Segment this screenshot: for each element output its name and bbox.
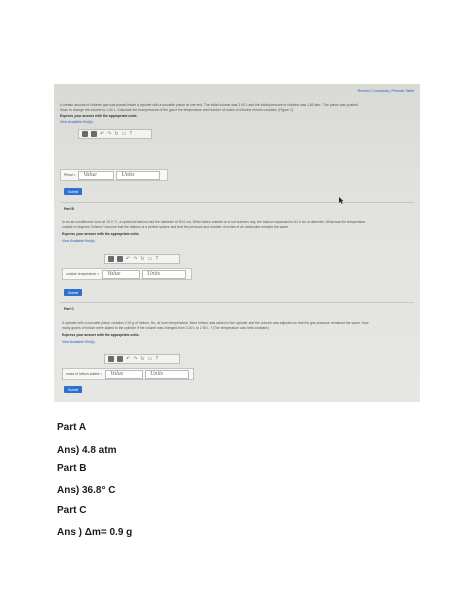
redo-icon[interactable]: ↷ xyxy=(107,131,111,137)
header-links[interactable]: Review | Constants | Periodic Table xyxy=(358,89,414,93)
part-a-value-input[interactable]: Value xyxy=(78,170,115,180)
templates-icon[interactable] xyxy=(82,131,88,137)
part-divider xyxy=(60,302,414,303)
part-b-label: Part B xyxy=(57,463,87,474)
keyboard-icon[interactable]: ▭ xyxy=(122,131,127,137)
reset-icon[interactable]: ↻ xyxy=(140,356,144,362)
part-b-heading[interactable]: Part B xyxy=(64,207,74,211)
reset-icon[interactable]: ↻ xyxy=(140,256,144,262)
part-c-answer: Ans ) Δm= 0.9 g xyxy=(57,527,133,538)
part-a-toolbar: ↶ ↷ ↻ ▭ ? xyxy=(78,129,152,139)
part-c-problem-line2: many grams of helium were added to the c… xyxy=(62,326,270,330)
keyboard-icon[interactable]: ▭ xyxy=(148,356,153,362)
part-a-instruction: Express your answer with the appropriate… xyxy=(60,114,138,118)
redo-icon[interactable]: ↷ xyxy=(133,356,137,362)
part-c-units-input[interactable]: Units xyxy=(145,369,190,379)
part-b-problem-line1: In an air-conditioned room at 19.0 °C, a… xyxy=(62,220,366,224)
homework-photo: Review | Constants | Periodic Table A ce… xyxy=(54,84,420,402)
templates-icon[interactable] xyxy=(108,256,114,262)
undo-icon[interactable]: ↶ xyxy=(126,256,130,262)
part-b-toolbar: ↶ ↷ ↻ ▭ ? xyxy=(104,254,180,264)
undo-icon[interactable]: ↶ xyxy=(126,356,130,362)
part-a-submit-button[interactable]: Submit xyxy=(64,188,82,195)
part-b-units-input[interactable]: Units xyxy=(142,269,187,279)
part-a-answer-label: Pfinal = xyxy=(64,173,76,177)
part-a-answer: Ans) 4.8 atm xyxy=(57,445,117,456)
units-icon[interactable] xyxy=(91,131,97,137)
part-a-hint-link[interactable]: View Available Hint(s) xyxy=(60,120,93,124)
units-icon[interactable] xyxy=(117,356,123,362)
units-icon[interactable] xyxy=(117,256,123,262)
part-b-problem-line2: outside in degrees Celsius? Assume that … xyxy=(62,225,289,229)
part-b-answer-label: outside temperature = xyxy=(66,272,100,276)
undo-icon[interactable]: ↶ xyxy=(100,131,104,137)
part-b-submit-button[interactable]: Submit xyxy=(64,289,82,296)
part-c-instruction: Express your answer with the appropriate… xyxy=(62,333,140,337)
part-c-heading[interactable]: Part C xyxy=(64,307,74,311)
part-c-answer-row: mass of helium added = Value Units xyxy=(62,368,194,380)
part-c-problem-line1: A cylinder with a movable piston contain… xyxy=(62,321,369,325)
part-c-label: Part C xyxy=(57,505,87,516)
part-b-value-input[interactable]: Value xyxy=(102,269,141,279)
part-b-answer-row: outside temperature = Value Units xyxy=(62,268,192,280)
part-c-toolbar: ↶ ↷ ↻ ▭ ? xyxy=(104,354,180,364)
part-c-answer-label: mass of helium added = xyxy=(66,372,103,376)
redo-icon[interactable]: ↷ xyxy=(133,256,137,262)
help-icon[interactable]: ? xyxy=(155,256,158,262)
part-b-answer: Ans) 36.8° C xyxy=(57,485,116,496)
mouse-cursor-icon xyxy=(339,197,344,204)
part-a-answer-row: Pfinal = Value Units xyxy=(60,169,168,181)
part-b-instruction: Express your answer with the appropriate… xyxy=(62,232,140,236)
part-c-submit-button[interactable]: Submit xyxy=(64,386,82,393)
part-divider xyxy=(60,202,414,203)
part-c-value-input[interactable]: Value xyxy=(105,369,144,379)
part-c-hint-link[interactable]: View Available Hint(s) xyxy=(62,340,95,344)
part-a-problem-line1: A certain amount of chlorine gas was pla… xyxy=(60,103,358,107)
help-icon[interactable]: ? xyxy=(155,356,158,362)
reset-icon[interactable]: ↻ xyxy=(114,131,118,137)
part-b-hint-link[interactable]: View Available Hint(s) xyxy=(62,239,95,243)
part-a-problem-line2: down to change the volume to 1.00 L. Cal… xyxy=(60,108,293,112)
part-a-label: Part A xyxy=(57,422,87,433)
keyboard-icon[interactable]: ▭ xyxy=(148,256,153,262)
help-icon[interactable]: ? xyxy=(129,131,132,137)
part-a-units-input[interactable]: Units xyxy=(116,170,161,180)
templates-icon[interactable] xyxy=(108,356,114,362)
